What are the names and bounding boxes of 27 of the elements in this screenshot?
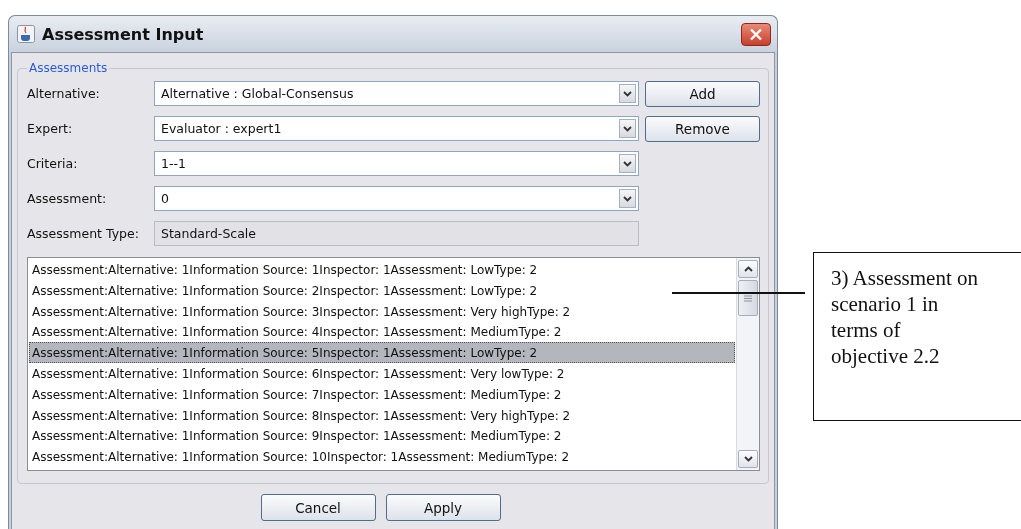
field-label: Expert: <box>27 121 74 136</box>
field-label: Criteria: <box>27 156 79 171</box>
list-item[interactable]: Assessment:Alternative: 1Information Source: 7Inspector: 1Assessment: MediumType: 2 <box>29 383 735 405</box>
dropdown-field[interactable]: 0 <box>154 186 639 211</box>
cancel-button[interactable]: Cancel <box>260 494 376 521</box>
list-item[interactable]: Assessment:Alternative: 1Information Source: 10Inspector: 1Assessment: MediumType: 2 <box>29 446 735 467</box>
field-label: Assessment Type: <box>27 226 140 241</box>
field-label: Alternative: <box>27 86 101 101</box>
field-label: Assessment: <box>27 191 108 206</box>
add-button[interactable]: Add <box>645 80 760 107</box>
window-title: Assessment Input <box>42 24 205 44</box>
input-field[interactable]: Standard-Scale <box>154 221 639 246</box>
remove-button[interactable]: Remove <box>645 115 760 142</box>
group-title: Assessments <box>28 61 109 75</box>
apply-button[interactable]: Apply <box>385 494 501 521</box>
list-item[interactable]: Assessment:Alternative: 1Information Source: 8Inspector: 1Assessment: Very highType: 2 <box>29 404 735 426</box>
annotation-text: 3) Assessment on scenario 1 in terms of objective 2.2 <box>831 265 979 369</box>
list-item[interactable]: Assessment:Alternative: 1Information Source: 2Inspector: 1Assessment: LowType: 2 <box>29 279 735 301</box>
list-item[interactable]: Assessment:Alternative: 1Information Source: 5Inspector: 1Assessment: LowType: 2 <box>29 342 735 363</box>
list-item[interactable]: Assessment:Alternative: 1Information Source: 1Inspector: 1Assessment: LowType: 2 <box>29 259 735 280</box>
list-item[interactable]: Assessment:Alternative: 1Information Source: 6Inspector: 1Assessment: Very lowType: 2 <box>29 363 735 384</box>
list-item[interactable]: Assessment:Alternative: 1Information Source: 4Inspector: 1Assessment: MediumType: 2 <box>29 321 735 343</box>
dropdown-field[interactable]: Alternative : Global-Consensus <box>154 81 639 106</box>
dropdown-field[interactable]: 1--1 <box>154 151 639 176</box>
list-item[interactable]: Assessment:Alternative: 1Information Source: 3Inspector: 1Assessment: Very highType: 2 <box>29 300 735 322</box>
dropdown-field[interactable]: Evaluator : expert1 <box>154 116 639 141</box>
list-item[interactable]: Assessment:Alternative: 1Information Source: 9Inspector: 1Assessment: MediumType: 2 <box>29 425 735 447</box>
